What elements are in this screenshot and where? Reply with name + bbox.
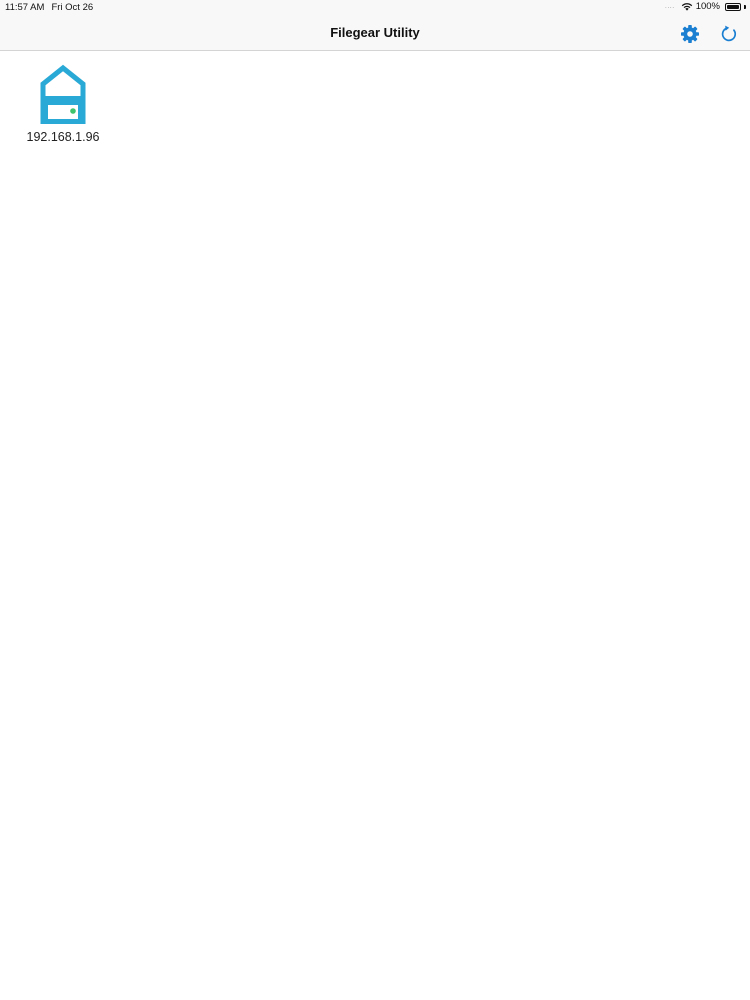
nas-device-icon <box>40 64 86 124</box>
cellular-signal-icon: .... <box>664 3 675 10</box>
gear-icon <box>681 25 699 43</box>
status-left: 11:57 AM Fri Oct 26 <box>5 2 93 13</box>
battery-percent: 100% <box>695 1 720 12</box>
refresh-button[interactable] <box>719 24 739 44</box>
status-bar: 11:57 AM Fri Oct 26 .... 100% <box>0 0 750 16</box>
status-date: Fri Oct 26 <box>51 2 94 13</box>
status-right: .... 100% <box>665 1 746 12</box>
settings-button[interactable] <box>680 24 700 44</box>
status-time: 11:57 AM <box>5 2 45 13</box>
battery-fill <box>727 4 739 9</box>
battery-nub <box>744 4 746 9</box>
navigation-bar: Filegear Utility <box>0 16 750 51</box>
wifi-icon <box>681 3 692 11</box>
battery-icon <box>725 2 741 11</box>
device-label: 192.168.1.96 <box>26 130 100 144</box>
app-screen: 11:57 AM Fri Oct 26 .... 100% Filegear Ut… <box>0 0 750 1000</box>
refresh-icon <box>721 25 737 42</box>
device-item[interactable]: 192.168.1.96 <box>22 64 104 144</box>
page-title: Filegear Utility <box>330 25 420 40</box>
